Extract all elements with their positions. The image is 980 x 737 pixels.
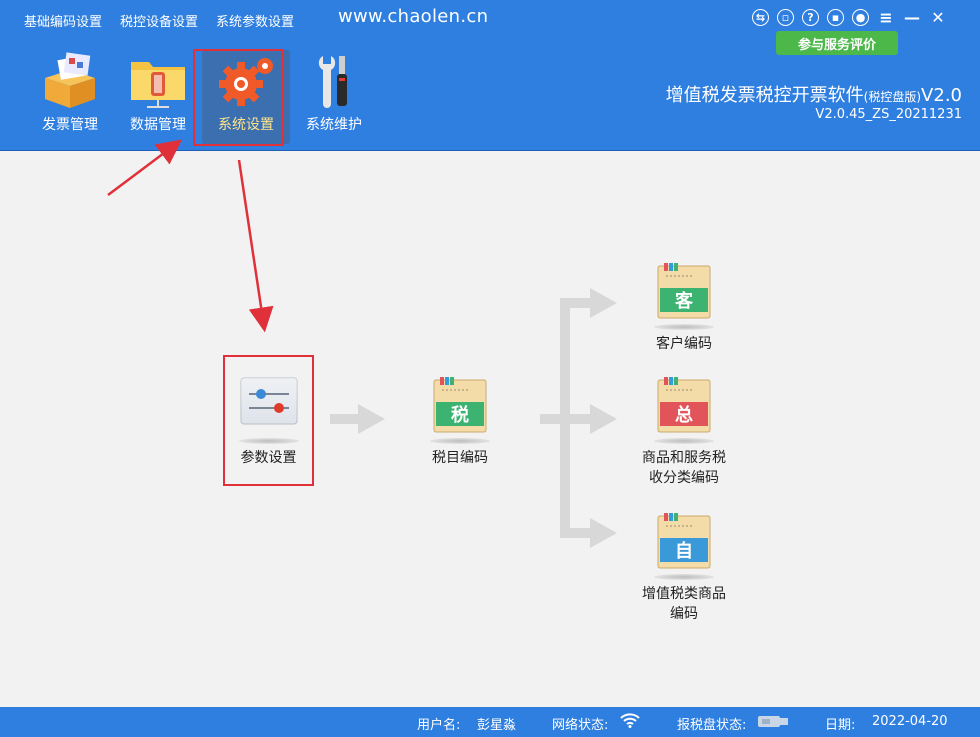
app-title-edition: (税控盘版) bbox=[863, 90, 922, 104]
goods-label-line2: 收分类编码 bbox=[649, 470, 719, 486]
toolbar-system-maintenance[interactable]: 系统维护 bbox=[290, 50, 378, 144]
tax-item-code-label: 税目编码 bbox=[432, 450, 488, 466]
app-title-suffix: V2.0 bbox=[921, 85, 962, 106]
toolbar-data-management[interactable]: 数据管理 bbox=[114, 50, 202, 144]
usb-disk-icon bbox=[758, 713, 790, 733]
goods-label-line1: 商品和服务税 bbox=[642, 450, 726, 466]
icon-shadow bbox=[654, 574, 714, 580]
goods-service-book-icon: 总 bbox=[654, 376, 714, 436]
site-url: www.chaolen.cn bbox=[338, 6, 489, 27]
app-title-main: 增值税发票税控开票软件 bbox=[665, 85, 864, 106]
toolbar-invoice-management[interactable]: 发票管理 bbox=[26, 50, 114, 144]
tax-item-book-icon: 税 bbox=[430, 376, 490, 436]
help-icon[interactable]: ? bbox=[802, 9, 819, 26]
vat-label-line1: 增值税类商品 bbox=[642, 586, 726, 602]
toolbar-label: 发票管理 bbox=[42, 117, 98, 133]
menu-tax-device-settings[interactable]: 税控设备设置 bbox=[120, 11, 198, 30]
lock-icon[interactable]: ▪ bbox=[827, 9, 844, 26]
highlight-box-system-settings bbox=[193, 49, 284, 146]
header-divider bbox=[0, 150, 980, 151]
top-menu: 基础编码设置 税控设备设置 系统参数设置 bbox=[24, 11, 294, 30]
toolbar-label: 数据管理 bbox=[130, 117, 186, 133]
service-evaluation-button[interactable]: 参与服务评价 bbox=[776, 31, 898, 55]
goods-service-tax-code-node[interactable]: 总 商品和服务税 收分类编码 bbox=[624, 376, 744, 488]
icon-shadow bbox=[654, 324, 714, 330]
wrench-screwdriver-icon bbox=[302, 50, 366, 112]
icon-shadow bbox=[430, 438, 490, 444]
feedback-icon[interactable]: ▫ bbox=[777, 9, 794, 26]
flow-arrowhead bbox=[358, 404, 385, 434]
disk-status-label: 报税盘状态: bbox=[677, 718, 747, 733]
user-label: 用户名: bbox=[417, 718, 461, 733]
vat-goods-code-node[interactable]: 自 增值税类商品 编码 bbox=[624, 512, 744, 624]
vat-goods-code-label: 增值税类商品 编码 bbox=[642, 584, 726, 624]
tax-item-code-node[interactable]: 税 税目编码 bbox=[420, 376, 500, 468]
goods-char: 总 bbox=[675, 404, 693, 426]
menu-basic-code-settings[interactable]: 基础编码设置 bbox=[24, 11, 102, 30]
network-label: 网络状态: bbox=[552, 718, 609, 733]
icon-shadow bbox=[238, 438, 299, 444]
customer-code-node[interactable]: 客 客户编码 bbox=[644, 262, 724, 354]
sliders-icon bbox=[239, 376, 299, 436]
param-settings-label: 参数设置 bbox=[240, 450, 297, 466]
window-controls: ⇆ ▫ ? ▪ ● ≡ — ✕ bbox=[752, 9, 947, 26]
customer-book-icon: 客 bbox=[654, 262, 714, 322]
app-version: V2.0.45_ZS_20211231 bbox=[815, 107, 962, 122]
vat-goods-book-icon: 自 bbox=[654, 512, 714, 572]
vat-label-line2: 编码 bbox=[670, 606, 698, 622]
top-header: 基础编码设置 税控设备设置 系统参数设置 www.chaolen.cn ⇆ ▫ … bbox=[0, 0, 980, 151]
wifi-icon bbox=[619, 711, 641, 733]
menu-icon[interactable]: ≡ bbox=[877, 9, 895, 26]
annotation-arrow-1 bbox=[107, 139, 182, 196]
close-icon[interactable]: ✕ bbox=[929, 9, 947, 26]
toolbar-label: 系统维护 bbox=[306, 117, 362, 133]
annotation-arrow-2 bbox=[237, 159, 274, 333]
data-folder-icon bbox=[126, 50, 190, 112]
user-icon[interactable]: ● bbox=[852, 9, 869, 26]
param-settings-node[interactable]: 参数设置 bbox=[226, 376, 311, 468]
flow-arrow-shaft bbox=[330, 414, 360, 424]
date-value: 2022-04-20 bbox=[872, 714, 948, 729]
swap-icon[interactable]: ⇆ bbox=[752, 9, 769, 26]
customer-code-label: 客户编码 bbox=[656, 336, 712, 352]
icon-shadow bbox=[654, 438, 714, 444]
customer-char: 客 bbox=[675, 290, 694, 312]
app-title: 增值税发票税控开票软件(税控盘版)V2.0 bbox=[666, 81, 962, 107]
date-label: 日期: bbox=[825, 718, 856, 733]
user-value: 彭星淼 bbox=[477, 718, 517, 733]
invoice-box-icon bbox=[38, 50, 102, 112]
tax-item-char: 税 bbox=[451, 404, 469, 426]
status-bar: 用户名: 彭星淼 网络状态: 报税盘状态: 日期: 2022-04-20 bbox=[0, 707, 980, 737]
menu-system-param-settings[interactable]: 系统参数设置 bbox=[216, 11, 294, 30]
goods-service-tax-code-label: 商品和服务税 收分类编码 bbox=[642, 448, 726, 488]
minimize-icon[interactable]: — bbox=[903, 9, 921, 26]
vat-char: 自 bbox=[675, 540, 693, 562]
